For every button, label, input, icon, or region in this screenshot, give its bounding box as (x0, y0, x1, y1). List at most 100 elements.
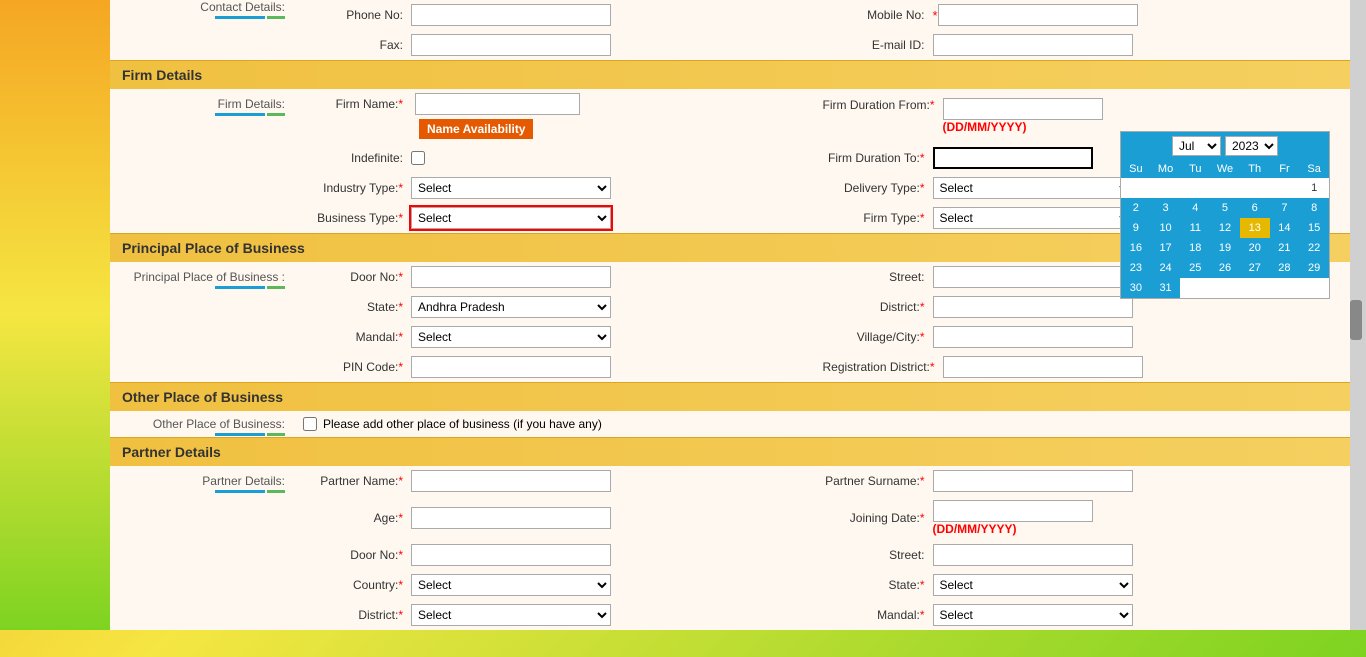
cal-day-10[interactable]: 10 (1151, 218, 1181, 238)
street-label: Street: (823, 270, 933, 284)
door-no-label: Door No:* (301, 270, 411, 284)
email-input[interactable] (933, 34, 1133, 56)
underline-green (267, 16, 285, 19)
cal-day-21[interactable]: 21 (1270, 238, 1300, 258)
partner-details-fields: Partner Name:* Partner Surname:* (295, 466, 1350, 630)
reg-district-input[interactable] (943, 356, 1143, 378)
partner-details-header: Partner Details (110, 437, 1350, 466)
age-input[interactable] (411, 507, 611, 529)
cal-day-20[interactable]: 20 (1240, 238, 1270, 258)
cal-day-31[interactable]: 31 (1151, 278, 1181, 298)
phone-input[interactable] (411, 4, 611, 26)
cal-day-11[interactable]: 11 (1180, 218, 1210, 238)
cal-day-8[interactable]: 8 (1299, 198, 1329, 218)
pin-code-input[interactable] (411, 356, 611, 378)
principal-place-label-area: Principal Place of Business : (110, 262, 295, 382)
reg-district-label: Registration District:* (823, 360, 943, 374)
op-underline-blue (215, 433, 265, 436)
firm-duration-from-label: Firm Duration From:* (823, 98, 943, 112)
op-underline-green (267, 433, 285, 436)
joining-date-format: (DD/MM/YYYY) (933, 522, 1093, 536)
other-place-checkbox-row: Please add other place of business (if y… (295, 411, 610, 437)
partner-street-input[interactable] (933, 544, 1133, 566)
district-input[interactable] (933, 296, 1133, 318)
cal-day-3[interactable]: 3 (1151, 198, 1181, 218)
cal-day-7[interactable]: 7 (1270, 198, 1300, 218)
mobile-input[interactable] (938, 4, 1138, 26)
street-input[interactable] (933, 266, 1133, 288)
cal-day-29[interactable]: 29 (1299, 258, 1329, 278)
door-no-input[interactable] (411, 266, 611, 288)
business-type-select[interactable]: Select Option1 (411, 207, 611, 229)
partner-door-no-input[interactable] (411, 544, 611, 566)
firm-duration-from-input[interactable] (943, 98, 1103, 120)
cal-day-18[interactable]: 18 (1180, 238, 1210, 258)
other-place-checkbox[interactable] (303, 417, 317, 431)
calendar-header: JanFebMarApr MayJunJulAug SepOctNovDec 2… (1121, 132, 1329, 160)
other-place-header: Other Place of Business (110, 382, 1350, 411)
partner-mandal-select[interactable]: Select Option1 (933, 604, 1133, 626)
firm-duration-to-label: Firm Duration To:* (823, 151, 933, 165)
other-place-label: Other Place of Business: (110, 417, 285, 431)
phone-label: Phone No: (301, 8, 411, 22)
partner-state-select[interactable]: Select Andhra Pradesh (933, 574, 1133, 596)
cal-day-17[interactable]: 17 (1151, 238, 1181, 258)
indefinite-checkbox[interactable] (411, 151, 425, 165)
partner-surname-input[interactable] (933, 470, 1133, 492)
cal-day-2[interactable]: 2 (1121, 198, 1151, 218)
pd-underline-blue (215, 490, 265, 493)
partner-name-input[interactable] (411, 470, 611, 492)
cal-day-30[interactable]: 30 (1121, 278, 1151, 298)
partner-state-label: State:* (823, 578, 933, 592)
cal-day-19[interactable]: 19 (1210, 238, 1240, 258)
cal-day-1[interactable]: 1 (1299, 178, 1329, 198)
cal-day-26[interactable]: 26 (1210, 258, 1240, 278)
mandal-label: Mandal:* (301, 330, 411, 344)
cal-day-13[interactable]: 13 (1240, 218, 1270, 238)
email-label: E-mail ID: (823, 38, 933, 52)
cal-day-24[interactable]: 24 (1151, 258, 1181, 278)
cal-day-5[interactable]: 5 (1210, 198, 1240, 218)
name-availability-button[interactable]: Name Availability (419, 119, 533, 139)
cal-day-4[interactable]: 4 (1180, 198, 1210, 218)
industry-type-select[interactable]: Select Option1 Option2 (411, 177, 611, 199)
firm-name-input[interactable] (415, 93, 580, 115)
partner-country-select[interactable]: Select India USA (411, 574, 611, 596)
industry-type-label: Industry Type:* (301, 181, 411, 195)
firm-details-label-area: Firm Details: (110, 89, 295, 233)
mandal-select[interactable]: Select Option1 (411, 326, 611, 348)
fax-input[interactable] (411, 34, 611, 56)
right-scrollbar[interactable] (1350, 0, 1366, 630)
state-label: State:* (301, 300, 411, 314)
cal-day-15[interactable]: 15 (1299, 218, 1329, 238)
firm-duration-to-input[interactable] (933, 147, 1093, 169)
joining-date-input[interactable] (933, 500, 1093, 522)
cal-day-25[interactable]: 25 (1180, 258, 1210, 278)
partner-mandal-label: Mandal:* (823, 608, 933, 622)
partner-door-no-label: Door No:* (301, 548, 411, 562)
indefinite-label: Indefinite: (301, 151, 411, 165)
calendar-month-select[interactable]: JanFebMarApr MayJunJulAug SepOctNovDec (1172, 136, 1221, 156)
cal-day-14[interactable]: 14 (1270, 218, 1300, 238)
state-select[interactable]: Andhra Pradesh Telangana Tamil Nadu (411, 296, 611, 318)
cal-day-23[interactable]: 23 (1121, 258, 1151, 278)
delivery-type-select[interactable]: Select (933, 177, 1133, 199)
partner-district-label: District:* (301, 608, 411, 622)
firm-type-select[interactable]: Select (933, 207, 1133, 229)
cal-day-12[interactable]: 12 (1210, 218, 1240, 238)
cal-day-22[interactable]: 22 (1299, 238, 1329, 258)
cal-day-28[interactable]: 28 (1270, 258, 1300, 278)
scrollbar-thumb[interactable] (1350, 300, 1362, 340)
joining-date-label: Joining Date:* (823, 511, 933, 525)
calendar-year-select[interactable]: 202020212022 20232024 (1225, 136, 1278, 156)
village-city-input[interactable] (933, 326, 1133, 348)
cal-day-6[interactable]: 6 (1240, 198, 1270, 218)
cal-day-16[interactable]: 16 (1121, 238, 1151, 258)
cal-day-27[interactable]: 27 (1240, 258, 1270, 278)
partner-street-label: Street: (823, 548, 933, 562)
partner-name-label: Partner Name:* (301, 474, 411, 488)
partner-district-select[interactable]: Select Option1 (411, 604, 611, 626)
date-format-label: (DD/MM/YYYY) (943, 120, 1103, 134)
delivery-type-label: Delivery Type:* (823, 181, 933, 195)
cal-day-9[interactable]: 9 (1121, 218, 1151, 238)
